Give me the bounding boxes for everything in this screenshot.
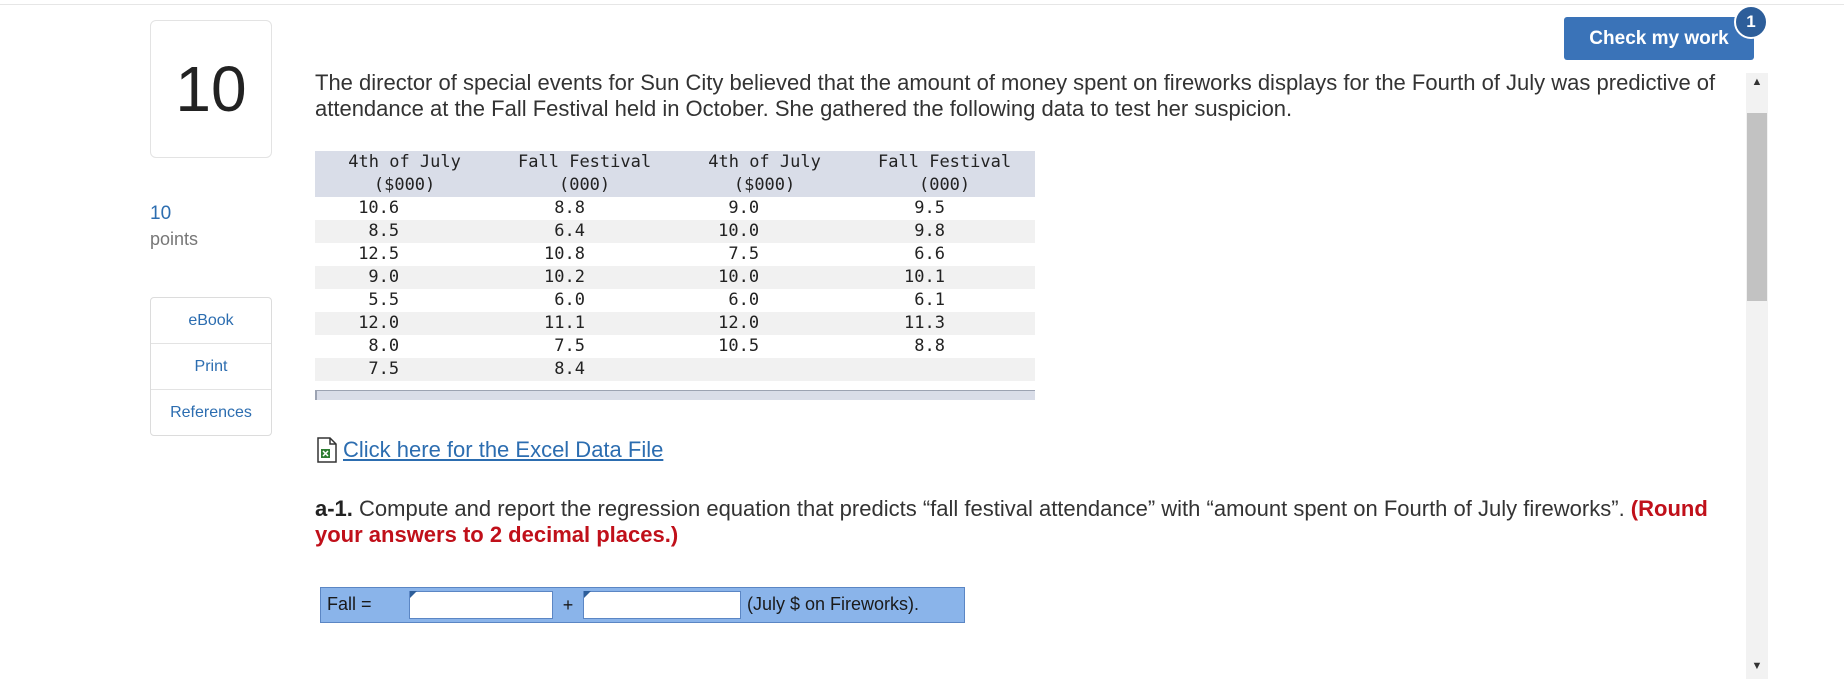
flag-icon <box>410 591 417 598</box>
table-footer-bar <box>315 390 1035 400</box>
side-menu: eBook Print References <box>150 297 272 436</box>
slope-input[interactable] <box>583 591 741 619</box>
table-cell: 11.1 <box>494 312 675 335</box>
table-row: 10.6 8.8 9.0 9.5 <box>315 197 1035 220</box>
column-header: 4th of July ($000) <box>315 151 495 197</box>
table-cell: 10.5 <box>674 335 855 358</box>
table-cell: 11.3 <box>854 312 1035 335</box>
table-cell: 7.5 <box>674 243 855 266</box>
table-row: 7.5 8.4 <box>315 358 1035 381</box>
table-row: 8.0 7.5 10.5 8.8 <box>315 335 1035 358</box>
intercept-input[interactable] <box>409 591 553 619</box>
column-header: Fall Festival (000) <box>494 151 675 197</box>
answer-prefix: Fall = <box>327 594 372 614</box>
flag-icon <box>584 591 591 598</box>
references-link[interactable]: References <box>151 390 271 435</box>
top-divider <box>0 4 1844 5</box>
question-number-box: 10 <box>150 20 272 158</box>
table-row: 12.0 11.1 12.0 11.3 <box>315 312 1035 335</box>
table-cell: 9.0 <box>315 266 495 289</box>
table-cell: 7.5 <box>315 358 495 381</box>
table-cell: 8.0 <box>315 335 495 358</box>
print-link[interactable]: Print <box>151 344 271 390</box>
table-cell: 10.0 <box>674 220 855 243</box>
table-cell: 9.8 <box>854 220 1035 243</box>
table-cell: 10.2 <box>494 266 675 289</box>
part-text: Compute and report the regression equati… <box>352 496 1631 521</box>
scroll-down-arrow-icon[interactable]: ▼ <box>1746 657 1768 675</box>
attempts-badge: 1 <box>1734 5 1768 39</box>
table-cell: 9.0 <box>674 197 855 220</box>
table-cell: 8.8 <box>494 197 675 220</box>
table-cell: 10.6 <box>315 197 495 220</box>
table-cell: 6.1 <box>854 289 1035 312</box>
part-a1-question: a-1. Compute and report the regression e… <box>315 496 1725 548</box>
scrollbar[interactable]: ▲ ▼ <box>1746 73 1768 679</box>
scroll-thumb[interactable] <box>1747 113 1767 301</box>
table-cell: 8.5 <box>315 220 495 243</box>
table-row: 12.5 10.8 7.5 6.6 <box>315 243 1035 266</box>
table-cell <box>674 358 855 381</box>
table-cell: 8.4 <box>494 358 675 381</box>
table-cell: 8.8 <box>854 335 1035 358</box>
table-cell: 6.4 <box>494 220 675 243</box>
table-cell: 7.5 <box>494 335 675 358</box>
table-cell: 5.5 <box>315 289 495 312</box>
data-table: 4th of July ($000) Fall Festival (000) 4th… <box>315 151 1035 381</box>
column-header: 4th of July ($000) <box>674 151 855 197</box>
table-cell: 12.0 <box>674 312 855 335</box>
column-header: Fall Festival (000) <box>854 151 1035 197</box>
table-cell: 6.6 <box>854 243 1035 266</box>
table-row: 9.0 10.2 10.0 10.1 <box>315 266 1035 289</box>
part-label: a-1. <box>315 496 353 521</box>
table-row: 5.5 6.0 6.0 6.1 <box>315 289 1035 312</box>
check-my-work-button[interactable]: Check my work <box>1564 17 1754 60</box>
table-cell: 6.0 <box>674 289 855 312</box>
answer-suffix: (July $ on Fireworks). <box>747 594 920 614</box>
table-cell: 12.5 <box>315 243 495 266</box>
ebook-link[interactable]: eBook <box>151 298 271 344</box>
table-cell <box>854 358 1035 381</box>
regression-answer-row: Fall = + (July $ on Fireworks). <box>320 587 965 623</box>
document-icon <box>317 437 337 463</box>
question-number: 10 <box>175 53 247 125</box>
table-cell: 6.0 <box>494 289 675 312</box>
table-row: 8.5 6.4 10.0 9.8 <box>315 220 1035 243</box>
table-cell: 12.0 <box>315 312 495 335</box>
excel-data-file-link[interactable]: Click here for the Excel Data File <box>343 437 663 463</box>
table-cell: 10.0 <box>674 266 855 289</box>
excel-file-row[interactable]: Click here for the Excel Data File <box>315 436 663 464</box>
table-header-row: 4th of July ($000) Fall Festival (000) 4th… <box>315 151 1035 197</box>
points-value: 10 <box>150 203 172 224</box>
table-cell: 10.1 <box>854 266 1035 289</box>
table-cell: 9.5 <box>854 197 1035 220</box>
scroll-up-arrow-icon[interactable]: ▲ <box>1746 73 1768 91</box>
plus-operator: + <box>562 595 574 615</box>
table-cell: 10.8 <box>494 243 675 266</box>
points-label: points <box>150 229 199 249</box>
question-prompt: The director of special events for Sun C… <box>315 70 1716 121</box>
